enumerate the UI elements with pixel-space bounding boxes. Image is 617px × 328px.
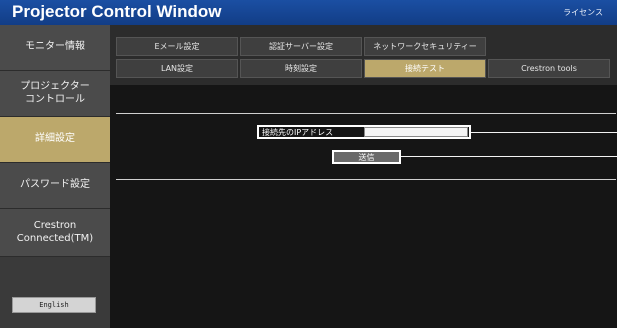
send-callout-line xyxy=(401,156,617,157)
ip-address-group: 接続先のIPアドレス xyxy=(257,125,471,139)
divider-bottom xyxy=(116,179,616,180)
tab-crestron-tools[interactable]: Crestron tools xyxy=(488,59,610,78)
sidebar-item-projector-control[interactable]: プロジェクター コントロール xyxy=(0,71,110,117)
tab-connection-test[interactable]: 接続テスト xyxy=(364,59,486,78)
tab-email-settings[interactable]: Eメール設定 xyxy=(116,37,238,56)
tab-bar: Eメール設定 認証サーバー設定 ネットワークセキュリティー LAN設定 時刻設定… xyxy=(110,25,617,85)
sidebar-item-detailed-settings[interactable]: 詳細設定 xyxy=(0,117,110,163)
ip-callout-line xyxy=(471,132,617,133)
license-link[interactable]: ライセンス xyxy=(563,7,603,18)
divider-top xyxy=(116,113,616,114)
ip-address-label: 接続先のIPアドレス xyxy=(262,127,334,137)
english-button[interactable]: English xyxy=(12,297,96,313)
title-bar: Projector Control Window ライセンス xyxy=(0,0,617,25)
tab-lan-settings[interactable]: LAN設定 xyxy=(116,59,238,78)
main-content: Eメール設定 認証サーバー設定 ネットワークセキュリティー LAN設定 時刻設定… xyxy=(110,25,617,328)
tab-auth-server-settings[interactable]: 認証サーバー設定 xyxy=(240,37,362,56)
tab-time-settings[interactable]: 時刻設定 xyxy=(240,59,362,78)
sidebar-item-monitor-info[interactable]: モニター情報 xyxy=(0,25,110,71)
window-title: Projector Control Window xyxy=(12,2,222,21)
sidebar-item-crestron-connected[interactable]: Crestron Connected(TM) xyxy=(0,209,110,257)
tab-network-security[interactable]: ネットワークセキュリティー xyxy=(364,37,486,56)
sidebar-item-password-settings[interactable]: パスワード設定 xyxy=(0,163,110,209)
ip-address-input[interactable] xyxy=(364,127,468,137)
sidebar: モニター情報 プロジェクター コントロール 詳細設定 パスワード設定 Crest… xyxy=(0,25,110,328)
send-button[interactable]: 送信 xyxy=(332,150,401,164)
